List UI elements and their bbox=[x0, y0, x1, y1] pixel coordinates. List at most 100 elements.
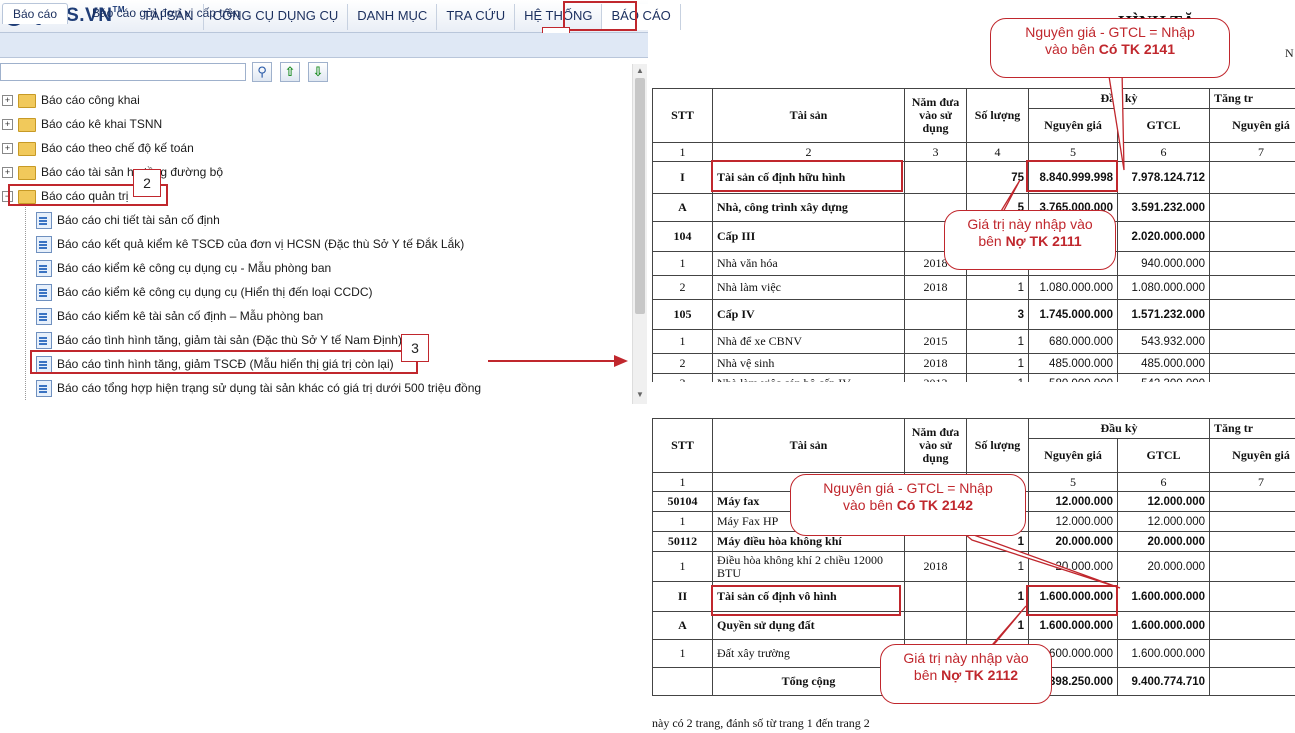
magnifier-icon: ⚲ bbox=[257, 64, 267, 79]
tree-leaf-kiem-ke-tscd-phong-ban[interactable]: Báo cáo kiểm kê tài sản cố định – Mẫu ph… bbox=[36, 306, 323, 326]
menu-tra-cuu[interactable]: TRA CỨU bbox=[437, 4, 516, 30]
callout-text: Nguyên giá - GTCL = Nhập bbox=[1025, 24, 1195, 40]
move-down-button[interactable]: ⇩ bbox=[308, 62, 328, 82]
cell-tang bbox=[1209, 581, 1295, 612]
report-doc-icon bbox=[36, 332, 52, 350]
tree-leaf-kiem-ke-ccdc-phong-ban[interactable]: Báo cáo kiểm kê công cụ dụng cụ - Mẫu ph… bbox=[36, 258, 331, 278]
cell-year bbox=[904, 581, 967, 612]
tree-leaf-tang-giam-nam-dinh[interactable]: Báo cáo tình hình tăng, giảm tài sản (Đặ… bbox=[36, 330, 402, 350]
scroll-up-icon[interactable]: ▲ bbox=[636, 66, 644, 75]
cell-qty: 1 bbox=[966, 581, 1029, 612]
cell-tang bbox=[1209, 161, 1295, 194]
scroll-thumb[interactable] bbox=[635, 78, 645, 314]
cell-ng: 12.000.000 bbox=[1028, 511, 1118, 532]
tree-leaf-tong-hop-hien-trang[interactable]: Báo cáo tổng hợp hiện trạng sử dụng tài … bbox=[36, 378, 481, 398]
cell-gtcl: 7.978.124.712 bbox=[1116, 161, 1211, 194]
cell-stt: 105 bbox=[652, 299, 713, 330]
cell-ng: 1.080.000.000 bbox=[1028, 275, 1118, 300]
cell-year bbox=[904, 299, 967, 330]
col-dau-ky: Đầu kỳ bbox=[1027, 418, 1211, 439]
tree-item-bao-cao-theo-che-do-ke-toan[interactable]: + Báo cáo theo chế độ kế toán bbox=[2, 138, 194, 158]
col-tang: Tăng tr bbox=[1209, 88, 1295, 109]
callout-text: Giá trị này nhập vào bbox=[967, 216, 1093, 232]
cell-name: Đất xây trường bbox=[712, 639, 905, 668]
scroll-down-icon[interactable]: ▼ bbox=[636, 390, 644, 399]
cell-gtcl: 940.000.000 bbox=[1116, 251, 1211, 276]
cell-ng: 680.000.000 bbox=[1028, 329, 1118, 354]
cell-ng: 580.000.000 bbox=[1028, 373, 1118, 382]
cell-gtcl: 20.000.000 bbox=[1116, 551, 1211, 582]
col-so-luong: Số lượng bbox=[966, 418, 1029, 473]
tab-bao-cao-gui-don-vi-cap-tren[interactable]: Báo cáo gửi đơn vị cấp trên bbox=[82, 3, 250, 23]
col-number: 6 bbox=[1116, 142, 1211, 162]
callout-account: Có TK 2142 bbox=[896, 497, 973, 513]
tree-item-bao-cao-tai-san-ha-tang[interactable]: +Báo cáo tài sản hạ tầng đường bộ bbox=[2, 162, 223, 182]
col-number: 2 bbox=[712, 142, 905, 162]
step-tag-3: 3 bbox=[401, 334, 429, 362]
col-number: 7 bbox=[1209, 142, 1295, 162]
cell-gtcl: 9.400.774.710 bbox=[1116, 667, 1211, 696]
tree-connector-line bbox=[25, 204, 26, 400]
cell-gtcl: 1.600.000.000 bbox=[1116, 611, 1211, 640]
report-doc-icon bbox=[36, 380, 52, 398]
tree-leaf-chi-tiet-tscd[interactable]: Báo cáo chi tiết tài sản cố định bbox=[36, 210, 220, 230]
table-row: 3Nhà làm việc cán bộ cấp IV20131580.000.… bbox=[652, 373, 1295, 382]
cell-qty: 1 bbox=[966, 373, 1029, 382]
cell-gtcl: 2.020.000.000 bbox=[1116, 221, 1211, 252]
expand-icon[interactable]: + bbox=[2, 143, 13, 155]
col-tai-san: Tài sản bbox=[712, 418, 905, 473]
search-row: ⚲ ⇧ ⇩ bbox=[0, 58, 648, 86]
callout-text: bên bbox=[978, 233, 1006, 249]
menu-danh-muc[interactable]: DANH MỤC bbox=[348, 4, 438, 30]
cell-tang bbox=[1209, 531, 1295, 552]
cell-year bbox=[904, 611, 967, 640]
search-button[interactable]: ⚲ bbox=[252, 62, 272, 82]
highlight-tang-giam-tscd bbox=[30, 350, 418, 374]
tree-leaf-kiem-ke-ccdc-loai[interactable]: Báo cáo kiểm kê công cụ dụng cụ (Hiển th… bbox=[36, 282, 373, 302]
callout-text: Giá trị này nhập vào bbox=[903, 650, 1029, 666]
cell-name: Nhà để xe CBNV bbox=[712, 329, 905, 354]
report-doc-icon bbox=[36, 284, 52, 302]
cell-ng: 20.000.000 bbox=[1028, 531, 1118, 552]
report-doc-icon bbox=[36, 236, 52, 254]
expand-icon[interactable]: + bbox=[2, 95, 13, 107]
cell-stt: A bbox=[652, 193, 713, 222]
tree-scrollbar[interactable]: ▲ ▼ bbox=[632, 64, 647, 404]
col-stt: STT bbox=[652, 88, 713, 143]
col-nam-dua: Năm đưa vào sử dụng bbox=[904, 418, 967, 473]
sub-tab-bar bbox=[0, 33, 648, 58]
move-up-button[interactable]: ⇧ bbox=[280, 62, 300, 82]
tree-item-bao-cao-ke-khai-tsnn[interactable]: + Báo cáo kê khai TSNN bbox=[2, 114, 162, 134]
tree-leaf-ket-qua-kiem-ke[interactable]: Báo cáo kết quả kiểm kê TSCĐ của đơn vị … bbox=[36, 234, 464, 254]
callout-text: bên bbox=[913, 667, 942, 683]
expand-icon[interactable]: + bbox=[2, 119, 13, 131]
cell-tang bbox=[1209, 353, 1295, 374]
cell-year: 2013 bbox=[904, 373, 967, 382]
callout-text: vào bên bbox=[843, 497, 897, 513]
highlight-tscd-huu-hinh bbox=[711, 160, 903, 192]
report-footer-note: này có 2 trang, đánh số từ trang 1 đến t… bbox=[652, 716, 870, 730]
table-row: 1 Điều hòa không khí 2 chiều 12000 BTU 201… bbox=[652, 551, 1295, 582]
col-so-luong: Số lượng bbox=[966, 88, 1029, 143]
cell-stt: 1 bbox=[652, 251, 713, 276]
cell-tang bbox=[1209, 251, 1295, 276]
col-stt: STT bbox=[652, 418, 713, 473]
cell-stt: 50104 bbox=[652, 491, 713, 512]
cell-gtcl: 12.000.000 bbox=[1116, 491, 1211, 512]
expand-icon[interactable]: + bbox=[2, 167, 13, 179]
cell-stt: 2 bbox=[652, 275, 713, 300]
cell-stt bbox=[652, 667, 713, 696]
tab-bao-cao[interactable]: Báo cáo bbox=[2, 3, 69, 24]
tree-item-bao-cao-cong-khai[interactable]: + Báo cáo công khai bbox=[2, 90, 140, 110]
cell-name: Điều hòa không khí 2 chiều 12000 BTU bbox=[712, 551, 905, 582]
col-number: 4 bbox=[966, 142, 1029, 162]
report-subtitle-fragment: N bbox=[1285, 46, 1294, 60]
folder-icon bbox=[18, 141, 36, 156]
cell-stt: A bbox=[652, 611, 713, 640]
table-row: 2 Nhà làm việc 2018 1 1.080.000.000 1.080.000… bbox=[652, 275, 1295, 300]
cell-name: Tổng cộng bbox=[712, 667, 905, 696]
col-tai-san: Tài sản bbox=[712, 88, 905, 143]
cell-qty: 1 bbox=[966, 275, 1029, 300]
search-input[interactable] bbox=[0, 63, 246, 81]
report-doc-icon bbox=[36, 212, 52, 230]
